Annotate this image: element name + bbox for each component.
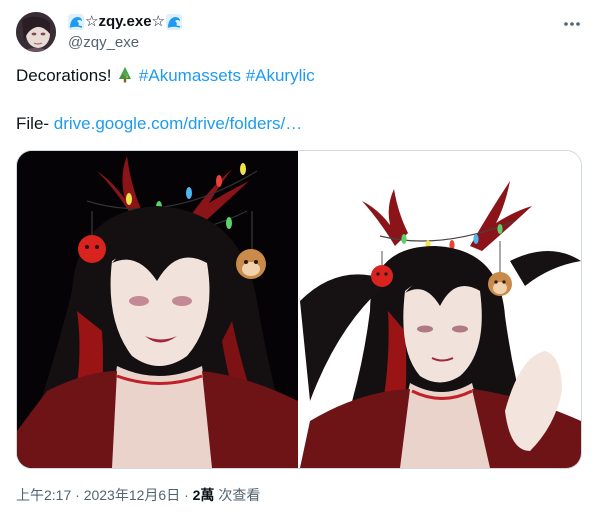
tweet-line-1: Decorations! #Akumassets #Akurylic (16, 64, 582, 88)
media-grid (16, 150, 582, 469)
tweet-text-decorations: Decorations! (16, 66, 117, 85)
water-wave-icon (68, 14, 84, 30)
water-wave-icon (165, 14, 182, 30)
christmas-tree-icon (116, 66, 134, 84)
more-options-button[interactable] (562, 14, 582, 34)
display-name-row[interactable]: ☆zqy.exe☆ (68, 12, 182, 32)
hashtag-akurylic[interactable]: #Akurylic (246, 66, 315, 85)
avatar[interactable] (16, 12, 56, 52)
views-count: 2萬 (192, 487, 215, 503)
user-handle[interactable]: @zqy_exe (68, 33, 182, 53)
media-image-1[interactable] (17, 151, 298, 468)
author-header: ☆zqy.exe☆ @zqy_exe (68, 12, 182, 53)
timestamp[interactable]: 上午2:17 · 2023年12月6日 · (16, 487, 193, 503)
tweet-line-file: File- drive.google.com/drive/folders/… (16, 112, 582, 136)
more-horizontal-icon (564, 22, 580, 26)
file-prefix: File- (16, 114, 54, 133)
display-name[interactable]: ☆zqy.exe☆ (85, 12, 165, 32)
drive-link[interactable]: drive.google.com/drive/folders/… (54, 114, 303, 133)
hashtag-akumassets[interactable]: #Akumassets (139, 66, 241, 85)
tweet-text: Decorations! #Akumassets #Akurylic File-… (16, 64, 582, 136)
views-label: 次查看 (214, 487, 261, 503)
tweet-meta: 上午2:17 · 2023年12月6日 · 2萬 次查看 (16, 486, 260, 504)
tweet: ☆zqy.exe☆ @zqy_exe Decorations! #Akumass… (0, 0, 598, 516)
media-image-2[interactable] (300, 151, 581, 468)
